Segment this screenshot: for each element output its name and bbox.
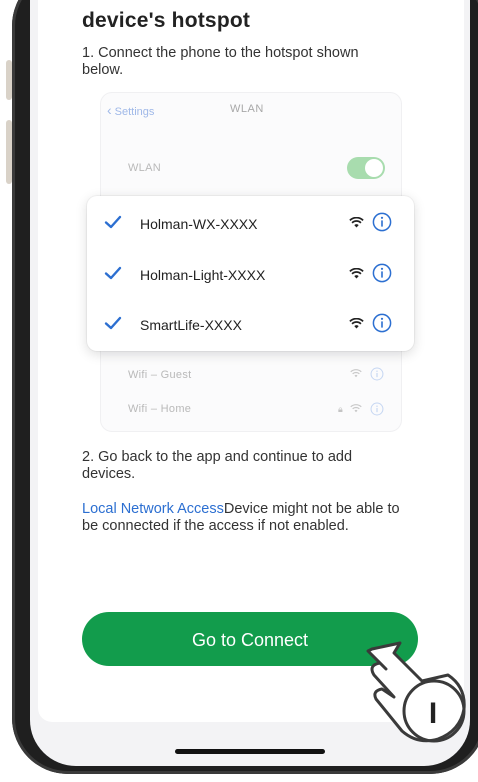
checkmark-icon: [104, 316, 122, 330]
phone-side-key: [6, 60, 12, 100]
step-2-text: 2. Go back to the app and continue to ad…: [82, 449, 353, 482]
page-title: device's hotspot: [82, 9, 251, 32]
wifi-icon: [349, 318, 364, 329]
info-icon: [370, 367, 384, 381]
mock-title: WLAN: [230, 103, 264, 115]
wifi-icon: [349, 268, 364, 279]
wifi-icon: [350, 369, 362, 378]
info-icon: [372, 212, 392, 232]
hand-callout-label: I: [429, 697, 437, 730]
home-indicator: [175, 749, 325, 754]
network-name: Holman-WX-XXXX: [140, 216, 258, 232]
mock-back-link: ‹ Settings: [107, 102, 154, 118]
wifi-icon: [349, 217, 364, 228]
network-row: Holman-Light-XXXX: [87, 252, 414, 296]
chevron-left-icon: ‹: [107, 102, 112, 118]
phone-side-key: [6, 120, 12, 184]
info-icon: [372, 263, 392, 283]
info-icon: [372, 313, 392, 333]
checkmark-icon: [104, 215, 122, 229]
local-network-note: Local Network AccessDevice might not be …: [82, 501, 402, 535]
info-icon: [370, 402, 384, 416]
step-1-text: 1. Connect the phone to the hotspot show…: [82, 45, 359, 78]
network-row: Holman-WX-XXXX: [87, 201, 414, 245]
local-network-access-link[interactable]: Local Network Access: [82, 501, 224, 517]
mock-faint-network-2: Wifi – Home: [128, 403, 192, 415]
checkmark-icon: [104, 266, 122, 280]
lock-icon: 🔒︎: [338, 404, 343, 414]
hotspot-network-list: Holman-WX-XXXX Holman-Light-XXXX SmartLi…: [87, 196, 414, 351]
network-name: SmartLife-XXXX: [140, 317, 242, 333]
wifi-icon: [350, 404, 362, 413]
mock-faint-network-1: Wifi – Guest: [128, 369, 192, 381]
tap-hand-icon: I: [366, 641, 466, 743]
mock-wlan-row-label: WLAN: [128, 162, 161, 174]
network-name: Holman-Light-XXXX: [140, 267, 266, 283]
network-row: SmartLife-XXXX: [87, 302, 414, 346]
mock-wlan-toggle: [347, 157, 385, 179]
mock-back-label: Settings: [114, 106, 155, 118]
